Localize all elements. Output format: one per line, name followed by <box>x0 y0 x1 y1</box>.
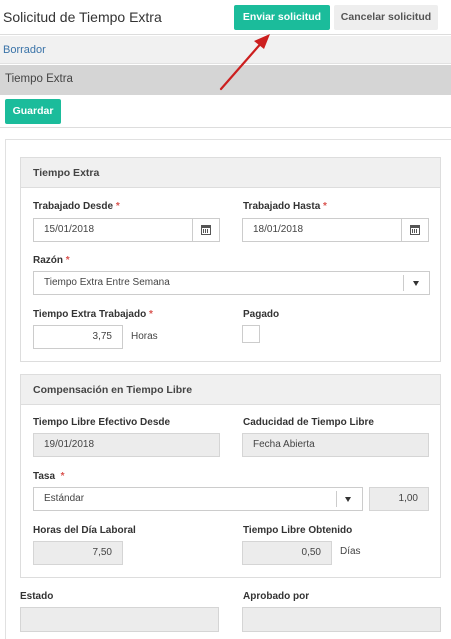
annotation-arrow <box>219 34 270 91</box>
